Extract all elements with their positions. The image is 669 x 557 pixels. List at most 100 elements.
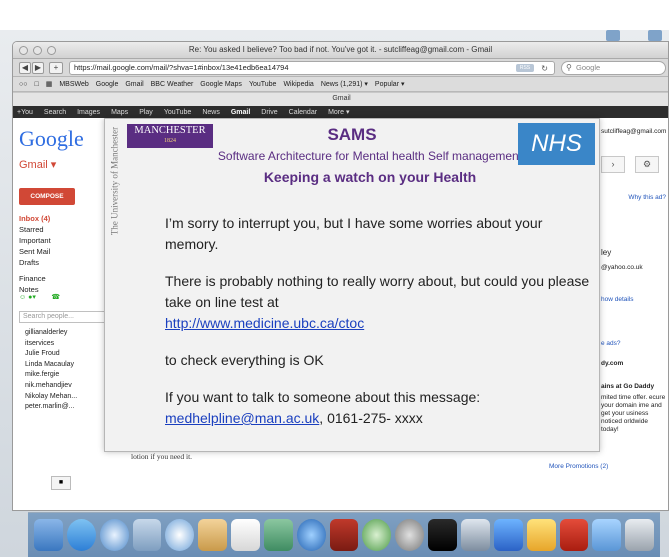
bookmark-bbc-weather[interactable]: BBC Weather [151,81,194,88]
kindle-icon[interactable] [428,519,457,551]
message-line-1: I’m sorry to interrupt you, but I have s… [165,215,543,252]
contact-item[interactable]: Nikolay Mehan... [25,392,77,403]
reading-list-icon[interactable]: ○○ [19,81,27,88]
bookmark-gmail[interactable]: Gmail [125,81,143,88]
gbar-more[interactable]: More ▾ [328,108,349,116]
stickies-icon[interactable] [460,519,490,551]
reload-icon[interactable]: ↻ [541,63,548,75]
people-search-input[interactable]: Search people... [19,311,107,323]
popup-message: I’m sorry to interrupt you, but I have s… [165,213,595,429]
sender-email: @yahoo.co.uk [601,264,643,271]
folder-important[interactable]: Important [19,235,51,246]
safari-icon[interactable] [99,519,129,551]
sams-popup: MANCHESTER 1824 The University of Manche… [104,118,600,452]
itunes-icon[interactable] [165,519,195,551]
folder-inbox[interactable]: Inbox (4) [19,213,51,224]
why-this-ad-link[interactable]: Why this ad? [628,194,666,201]
gbar-play[interactable]: Play [139,109,153,116]
show-details-link[interactable]: how details [601,296,634,303]
address-toolbar: ◀ ▶ + https://mail.google.com/mail/?shva… [13,59,668,77]
contact-item[interactable]: gillianalderley [25,328,77,339]
settings-gear-icon[interactable]: ⚙ [635,156,659,173]
appstore-icon[interactable] [66,519,96,551]
contact-item[interactable]: mike.fergie [25,370,77,381]
top-sites-icon[interactable]: ▦ [46,80,53,88]
trash-icon[interactable] [625,519,655,551]
bookmark-google-maps[interactable]: Google Maps [200,81,242,88]
music-icon[interactable] [296,519,326,551]
contact-item[interactable]: itservices [25,339,77,350]
gbar-you[interactable]: +You [17,109,33,116]
contact-item[interactable]: peter.marlin@... [25,402,77,413]
iphoto-icon[interactable] [263,519,293,551]
chat-popout-button[interactable]: ■ [51,476,71,490]
folder-finance[interactable]: Finance [19,273,51,284]
people-icon[interactable] [493,519,523,551]
bookmark-popular[interactable]: Popular ▾ [375,80,405,88]
folder-starred[interactable]: Starred [19,224,51,235]
bookmarks-book-icon[interactable]: □ [34,81,38,88]
ad-text: mited time offer. ecure your domain ime … [601,394,666,433]
ad-domain[interactable]: dy.com [601,360,623,367]
ad-title[interactable]: ains at Go Daddy [601,383,654,390]
window-title: Re: You asked I believe? Too bad if not.… [188,45,493,54]
compose-button[interactable]: COMPOSE [19,188,75,205]
title-bar[interactable]: Re: You asked I believe? Too bad if not.… [13,42,668,59]
pdf-icon[interactable] [559,519,589,551]
bookmark-wikipedia[interactable]: Wikipedia [283,81,313,88]
next-chevron-icon[interactable]: › [601,156,625,173]
account-email[interactable]: sutcliffeag@gmail.com [601,128,666,135]
preview-icon[interactable] [132,519,162,551]
google-logo[interactable]: Google [19,126,84,152]
bookmark-news[interactable]: News (1,291) ▾ [321,80,368,88]
folder-icon[interactable] [592,519,622,551]
calendar-icon[interactable] [231,519,260,551]
search-input[interactable]: ⚲ Google [561,61,666,75]
folder-icon[interactable] [606,30,620,41]
system-prefs-icon[interactable] [395,519,425,551]
gbar-youtube[interactable]: YouTube [164,109,192,116]
tab-bar: Gmail [13,92,668,106]
photobooth-icon[interactable] [329,519,359,551]
contact-email-link[interactable]: medhelpline@man.ac.uk [165,410,319,426]
paint-icon[interactable] [526,519,556,551]
gbar-gmail[interactable]: Gmail [231,109,250,116]
folder-icon[interactable] [648,30,662,41]
photo-icon[interactable] [198,519,228,551]
contact-item[interactable]: Julie Froud [25,349,77,360]
gbar-news[interactable]: News [202,109,220,116]
ads-link[interactable]: e ads? [601,340,621,347]
folder-drafts[interactable]: Drafts [19,257,51,268]
search-icon: ⚲ [566,63,572,72]
contact-item[interactable]: nik.mehandjiev [25,381,77,392]
more-promotions-link[interactable]: More Promotions (2) [549,463,608,470]
message-line-2: There is probably nothing to really worr… [165,273,590,310]
back-button[interactable]: ◀ [19,62,31,74]
popup-tagline: Keeping a watch on your Health [263,169,477,185]
folder-sent[interactable]: Sent Mail [19,246,51,257]
gmail-menu[interactable]: Gmail ▾ [19,158,56,171]
bookmark-google[interactable]: Google [96,81,119,88]
timemachine-icon[interactable] [362,519,392,551]
url-text: https://mail.google.com/mail/?shva=1#inb… [74,63,289,72]
contact-item[interactable]: Linda Macaulay [25,360,77,371]
url-field[interactable]: https://mail.google.com/mail/?shva=1#inb… [69,61,555,75]
chat-status-icon[interactable]: ☺ ●▾ ☎ [19,293,60,301]
tab-gmail[interactable]: Gmail [13,93,668,106]
bookmark-youtube[interactable]: YouTube [249,81,277,88]
bookmark-mbsweb[interactable]: MBSWeb [59,81,88,88]
add-bookmark-button[interactable]: + [49,62,63,74]
test-link[interactable]: http://www.medicine.ubc.ca/ctoc [165,315,364,331]
gbar-calendar[interactable]: Calendar [289,109,317,116]
finder-icon[interactable] [34,519,63,551]
gbar-images[interactable]: Images [77,109,100,116]
sender-name: ley [601,248,612,257]
gbar-maps[interactable]: Maps [111,109,128,116]
bookmarks-bar: ○○ □ ▦ MBSWeb Google Gmail BBC Weather G… [13,77,668,92]
gbar-drive[interactable]: Drive [261,109,277,116]
rss-icon[interactable]: RSS [516,64,534,72]
gbar-search[interactable]: Search [44,109,66,116]
forward-button[interactable]: ▶ [32,62,44,74]
